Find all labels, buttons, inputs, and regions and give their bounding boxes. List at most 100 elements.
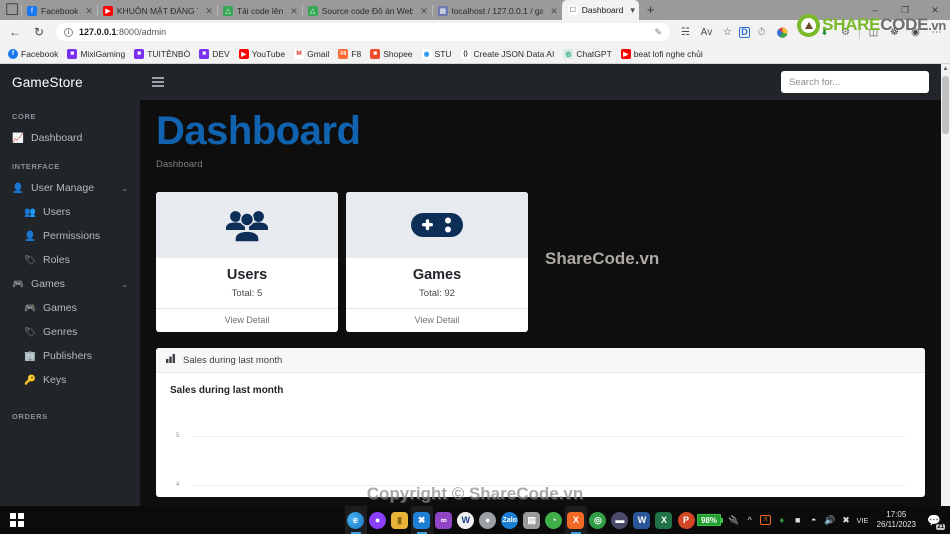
sidebar-item-keys[interactable]: 🔑 Keys [0, 368, 140, 392]
bookmark-create-json-data-ai[interactable]: {} Create JSON Data AI [457, 46, 559, 62]
bookmark-youtube[interactable]: ▶ YouTube [235, 46, 289, 62]
collections-icon[interactable]: ☸ [885, 23, 904, 42]
sidebar-brand[interactable]: GameStore [0, 64, 140, 100]
favorite-star-icon[interactable]: ☆ [718, 23, 737, 42]
taskbar-unikey-icon[interactable]: ▤ [521, 506, 543, 534]
bookmark-beat-lofi[interactable]: ▶ beat lofi nghe chủi [617, 46, 707, 62]
taskbar-vscode-icon[interactable]: ✖ [410, 506, 433, 534]
tab-actions-icon[interactable]: ☐ [3, 1, 21, 19]
clock[interactable]: 17:05 26/11/2023 [874, 510, 919, 530]
dropbox-icon[interactable]: D [739, 26, 750, 38]
taskbar-visual-studio-icon[interactable]: ∞ [433, 506, 455, 534]
taskbar-github-icon[interactable]: ● [367, 506, 389, 534]
bookmark-tuitenbo[interactable]: ■ TUITÊNBÒ [130, 46, 194, 62]
bookmark-dev[interactable]: ■ DEV [195, 46, 233, 62]
close-icon[interactable]: ✕ [417, 6, 428, 17]
new-tab-button[interactable]: + [639, 1, 663, 20]
taskbar-file-explorer-icon[interactable]: ▮ [389, 506, 411, 534]
hamburger-icon[interactable] [152, 77, 164, 87]
sidebar-item-permissions[interactable]: 👤 Permissions [0, 224, 140, 248]
wifi-icon[interactable]: ◓ [808, 515, 819, 525]
taskbar-excel-icon[interactable]: X [653, 506, 675, 534]
bookmark-mixigaming[interactable]: ■ MixiGaming [63, 46, 129, 62]
taskbar-word-icon[interactable]: W [631, 506, 653, 534]
maximize-button[interactable]: ❐ [890, 0, 920, 20]
card-view-detail-link[interactable]: View Detail [346, 308, 528, 332]
search-input[interactable] [781, 71, 929, 93]
browser-tab-5-active[interactable]: ☐ Dashboard ▾ [561, 0, 639, 20]
notification-center-icon[interactable]: 💬 21 [924, 510, 946, 530]
taskbar-mouse-icon[interactable]: ● [477, 506, 499, 534]
card-users[interactable]: Users Total: 5 View Detail [156, 192, 338, 332]
site-info-icon[interactable]: i [64, 27, 73, 37]
sidebar-item-users[interactable]: 👥 Users [0, 200, 140, 224]
pen-icon[interactable]: ✎ [654, 27, 662, 38]
reload-icon[interactable]: ↻ [28, 22, 50, 42]
page-scrollbar[interactable]: ▲ [941, 64, 950, 506]
bookmark-chatgpt[interactable]: ◎ ChatGPT [559, 46, 615, 62]
adblock-icon[interactable]: ⊘ [794, 23, 813, 42]
more-options-icon[interactable]: ⋯ [927, 23, 946, 42]
taskbar-xampp-icon[interactable]: X [564, 506, 587, 534]
chevron-down-icon[interactable]: ⌄ [121, 184, 128, 193]
browser-tab-3[interactable]: △ Source code Đồ án Website ✕ [301, 2, 432, 20]
bookmark-stu[interactable]: ◉ STU [418, 46, 456, 62]
sidebar-item-roles[interactable]: 🏷 Roles [0, 248, 140, 272]
browser-tab-1[interactable]: ▶ KHUÔN MẶT ĐÁNG T ✕ [96, 2, 217, 20]
windows-start-icon[interactable] [2, 513, 32, 527]
taskbar-dark-app-icon[interactable]: ▬ [609, 506, 631, 534]
immersive-reader-icon[interactable]: Aᴠ [697, 23, 716, 42]
close-icon[interactable]: ✕ [287, 6, 298, 17]
split-screen-icon[interactable]: ◫ [864, 23, 883, 42]
dropbox-tray-icon[interactable]: ♦ [776, 515, 787, 525]
xampp-tray-icon[interactable]: X [760, 515, 772, 525]
sidebar-item-genres[interactable]: 🏷 Genres [0, 320, 140, 344]
card-games[interactable]: Games Total: 92 View Detail [346, 192, 528, 332]
bookmark-facebook[interactable]: f Facebook [4, 46, 62, 62]
taskbar-chrome-icon[interactable]: ◎ [587, 506, 609, 534]
minimize-button[interactable]: – [860, 0, 890, 20]
bookmark-shopee[interactable]: ■ Shopee [366, 46, 416, 62]
sidebar-item-publishers[interactable]: 🏢 Publishers [0, 344, 140, 368]
taskbar-browser-green-icon[interactable]: ◔ [543, 506, 565, 534]
battery-tray-icon[interactable]: ■ [792, 515, 803, 525]
action-blocked-icon[interactable]: ✖ [840, 515, 851, 526]
volume-icon[interactable]: 🔊 [824, 515, 835, 526]
sidebar-item-games-group[interactable]: 🎮 Games ⌄ [0, 272, 140, 296]
extension-icon[interactable]: ⚙ [836, 23, 855, 42]
sales-line-chart[interactable]: 5 4 [170, 410, 911, 497]
bookmark-f8[interactable]: F8 F8 [334, 46, 365, 62]
chevron-up-icon[interactable]: ^ [744, 515, 755, 525]
chevron-down-icon[interactable]: ▾ [627, 5, 635, 16]
profile-avatar[interactable]: ◉ [906, 23, 925, 42]
taskbar-powerpoint-icon[interactable]: P [675, 506, 697, 534]
chevron-down-icon[interactable]: ⌄ [121, 280, 128, 289]
close-icon[interactable]: ✕ [547, 6, 558, 17]
history-icon[interactable]: ⏱ [752, 23, 771, 42]
taskbar-edge-icon[interactable]: e [344, 506, 367, 534]
colorpicker-icon[interactable] [773, 23, 792, 42]
sidebar-item-games[interactable]: 🎮 Games [0, 296, 140, 320]
user-gear-icon: 👤 [24, 230, 36, 242]
sidebar-item-user-manage[interactable]: 👤 User Manage ⌄ [0, 176, 140, 200]
close-icon[interactable]: ✕ [82, 6, 93, 17]
browser-tab-0[interactable]: f Facebook ✕ [21, 2, 97, 20]
scroll-up-icon[interactable]: ▲ [941, 64, 950, 73]
browser-tab-4[interactable]: ▦ localhost / 127.0.0.1 / game ✕ [431, 2, 562, 20]
close-window-button[interactable]: ✕ [920, 0, 950, 20]
battery-indicator[interactable]: 98% [697, 514, 724, 526]
taskbar-word-doc-icon[interactable]: W [455, 506, 477, 534]
url-input[interactable]: i 127.0.0.1:8000/admin ✎ [56, 23, 670, 41]
sidebar-item-dashboard[interactable]: 📈 Dashboard [0, 126, 140, 150]
usb-icon[interactable]: 🔌 [728, 515, 739, 526]
back-icon[interactable]: ← [4, 22, 26, 42]
download-icon[interactable]: ⬇ [815, 23, 834, 42]
browser-tab-2[interactable]: △ Tải code lên ✕ [216, 2, 302, 20]
read-aloud-icon[interactable]: ☵ [676, 23, 695, 42]
taskbar-zalo-icon[interactable]: Zalo [499, 506, 521, 534]
close-icon[interactable]: ✕ [202, 6, 213, 17]
bookmark-gmail[interactable]: M Gmail [290, 46, 333, 62]
language-indicator[interactable]: VIE [856, 516, 868, 525]
scrollbar-thumb[interactable] [942, 76, 949, 134]
card-view-detail-link[interactable]: View Detail [156, 308, 338, 332]
